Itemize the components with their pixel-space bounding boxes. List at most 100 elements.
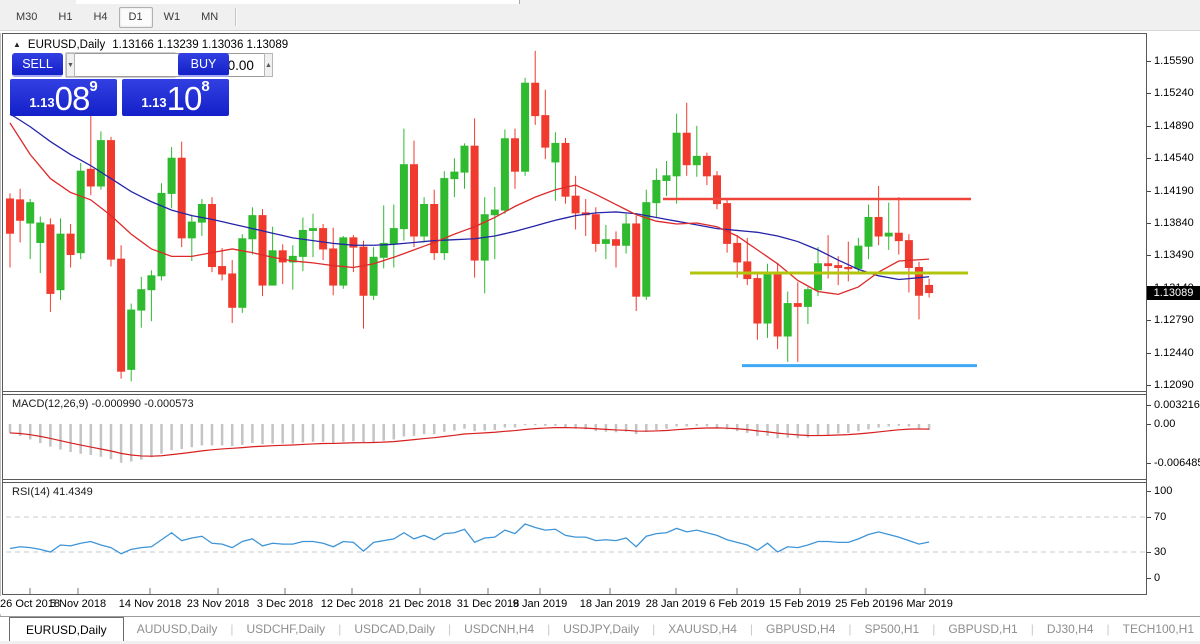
ma-slow-line[interactable] [10, 114, 929, 280]
macd-histogram-bar[interactable] [473, 424, 476, 431]
macd-histogram-bar[interactable] [39, 424, 42, 443]
candle-body[interactable] [411, 165, 418, 236]
macd-histogram-bar[interactable] [292, 424, 295, 444]
macd-histogram-bar[interactable] [403, 424, 406, 437]
candle-body[interactable] [774, 275, 781, 336]
candle-body[interactable] [249, 216, 256, 239]
candle-body[interactable] [441, 179, 448, 253]
candle-body[interactable] [330, 249, 337, 285]
macd-histogram-bar[interactable] [867, 424, 870, 429]
macd-histogram-bar[interactable] [483, 424, 486, 431]
macd-histogram-bar[interactable] [635, 424, 638, 434]
macd-histogram-bar[interactable] [261, 424, 264, 444]
macd-histogram-bar[interactable] [595, 424, 598, 431]
macd-histogram-bar[interactable] [372, 424, 375, 442]
chart-tab-usdcad-daily[interactable]: USDCAD,Daily [341, 617, 448, 641]
volume-decrease-button[interactable]: ▼ [66, 53, 75, 77]
macd-histogram-bar[interactable] [241, 424, 244, 445]
candle-body[interactable] [794, 304, 801, 307]
macd-histogram-bar[interactable] [322, 424, 325, 442]
macd-histogram-bar[interactable] [110, 424, 113, 459]
candle-body[interactable] [815, 264, 822, 290]
candle-body[interactable] [27, 203, 34, 223]
chart-tab-audusd-daily[interactable]: AUDUSD,Daily [124, 617, 231, 641]
candle-body[interactable] [703, 156, 710, 175]
candle-body[interactable] [168, 158, 175, 193]
macd-histogram-bar[interactable] [160, 424, 163, 454]
candle-body[interactable] [845, 267, 852, 268]
macd-histogram-bar[interactable] [675, 424, 678, 426]
candle-body[interactable] [17, 200, 24, 220]
macd-histogram-bar[interactable] [49, 424, 52, 447]
macd-histogram-bar[interactable] [534, 424, 537, 425]
volume-input[interactable] [75, 53, 264, 77]
macd-histogram-bar[interactable] [211, 424, 214, 445]
candle-body[interactable] [855, 246, 862, 268]
macd-histogram-bar[interactable] [463, 424, 466, 429]
volume-increase-button[interactable]: ▲ [264, 53, 273, 77]
rsi-line[interactable] [10, 524, 929, 554]
candle-body[interactable] [602, 240, 609, 244]
candle-body[interactable] [926, 285, 933, 292]
date-axis[interactable]: 26 Oct 20185 Nov 201814 Nov 201823 Nov 2… [0, 596, 1146, 614]
macd-histogram-bar[interactable] [221, 424, 224, 445]
macd-histogram-bar[interactable] [766, 424, 769, 436]
macd-histogram-bar[interactable] [817, 424, 820, 436]
macd-histogram-bar[interactable] [827, 424, 830, 435]
macd-histogram-bar[interactable] [352, 424, 355, 441]
macd-histogram-bar[interactable] [797, 424, 800, 438]
candle-body[interactable] [57, 234, 64, 290]
candle-body[interactable] [784, 304, 791, 336]
timeframe-button-d1[interactable]: D1 [119, 7, 153, 28]
candle-body[interactable] [724, 204, 731, 244]
macd-histogram-bar[interactable] [605, 424, 608, 432]
macd-histogram-bar[interactable] [393, 424, 396, 439]
macd-histogram-bar[interactable] [514, 424, 517, 428]
macd-histogram-bar[interactable] [271, 424, 274, 444]
chart-tab-dj30-h4[interactable]: DJ30,H4 [1034, 617, 1107, 641]
macd-histogram-bar[interactable] [281, 424, 284, 444]
candle-body[interactable] [542, 116, 549, 147]
candle-body[interactable] [653, 180, 660, 202]
macd-histogram-bar[interactable] [908, 424, 911, 426]
timeframe-button-w1[interactable]: W1 [154, 7, 191, 28]
chart-tab-tech100-h1[interactable]: TECH100,H1 [1110, 617, 1200, 641]
macd-histogram-bar[interactable] [887, 424, 890, 426]
macd-histogram-bar[interactable] [494, 424, 497, 430]
macd-histogram-bar[interactable] [696, 424, 699, 426]
chart-tab-gbpusd-h1[interactable]: GBPUSD,H1 [935, 617, 1030, 641]
candle-body[interactable] [400, 165, 407, 229]
macd-histogram-bar[interactable] [665, 424, 668, 429]
candle-body[interactable] [825, 264, 832, 266]
candle-body[interactable] [431, 205, 438, 253]
candle-body[interactable] [501, 139, 508, 210]
candle-body[interactable] [7, 199, 14, 233]
candle-body[interactable] [532, 83, 539, 115]
candle-body[interactable] [320, 229, 327, 249]
candle-body[interactable] [219, 267, 226, 274]
candle-body[interactable] [259, 216, 266, 285]
chart-tab-sp500-h1[interactable]: SP500,H1 [852, 617, 933, 641]
candle-body[interactable] [552, 143, 559, 162]
timeframe-button-h1[interactable]: H1 [48, 7, 82, 28]
candle-body[interactable] [421, 205, 428, 236]
macd-histogram-bar[interactable] [554, 424, 557, 426]
chart-tab-usdcnh-h4[interactable]: USDCNH,H4 [451, 617, 547, 641]
candle-body[interactable] [663, 176, 670, 181]
macd-histogram-bar[interactable] [342, 424, 345, 442]
macd-histogram-bar[interactable] [685, 424, 688, 426]
candle-body[interactable] [47, 225, 54, 294]
candle-body[interactable] [138, 290, 145, 310]
candle-body[interactable] [360, 247, 367, 295]
macd-histogram-bar[interactable] [786, 424, 789, 438]
macd-histogram-bar[interactable] [918, 424, 921, 428]
candle-body[interactable] [148, 276, 155, 290]
candle-body[interactable] [764, 275, 771, 323]
ma-fast-line[interactable] [10, 123, 929, 294]
timeframe-button-mn[interactable]: MN [191, 7, 228, 28]
candle-body[interactable] [623, 224, 630, 245]
candle-body[interactable] [754, 279, 761, 323]
macd-histogram-bar[interactable] [130, 424, 133, 462]
chart-tab-xauusd-h4[interactable]: XAUUSD,H4 [655, 617, 750, 641]
candle-body[interactable] [461, 146, 468, 172]
